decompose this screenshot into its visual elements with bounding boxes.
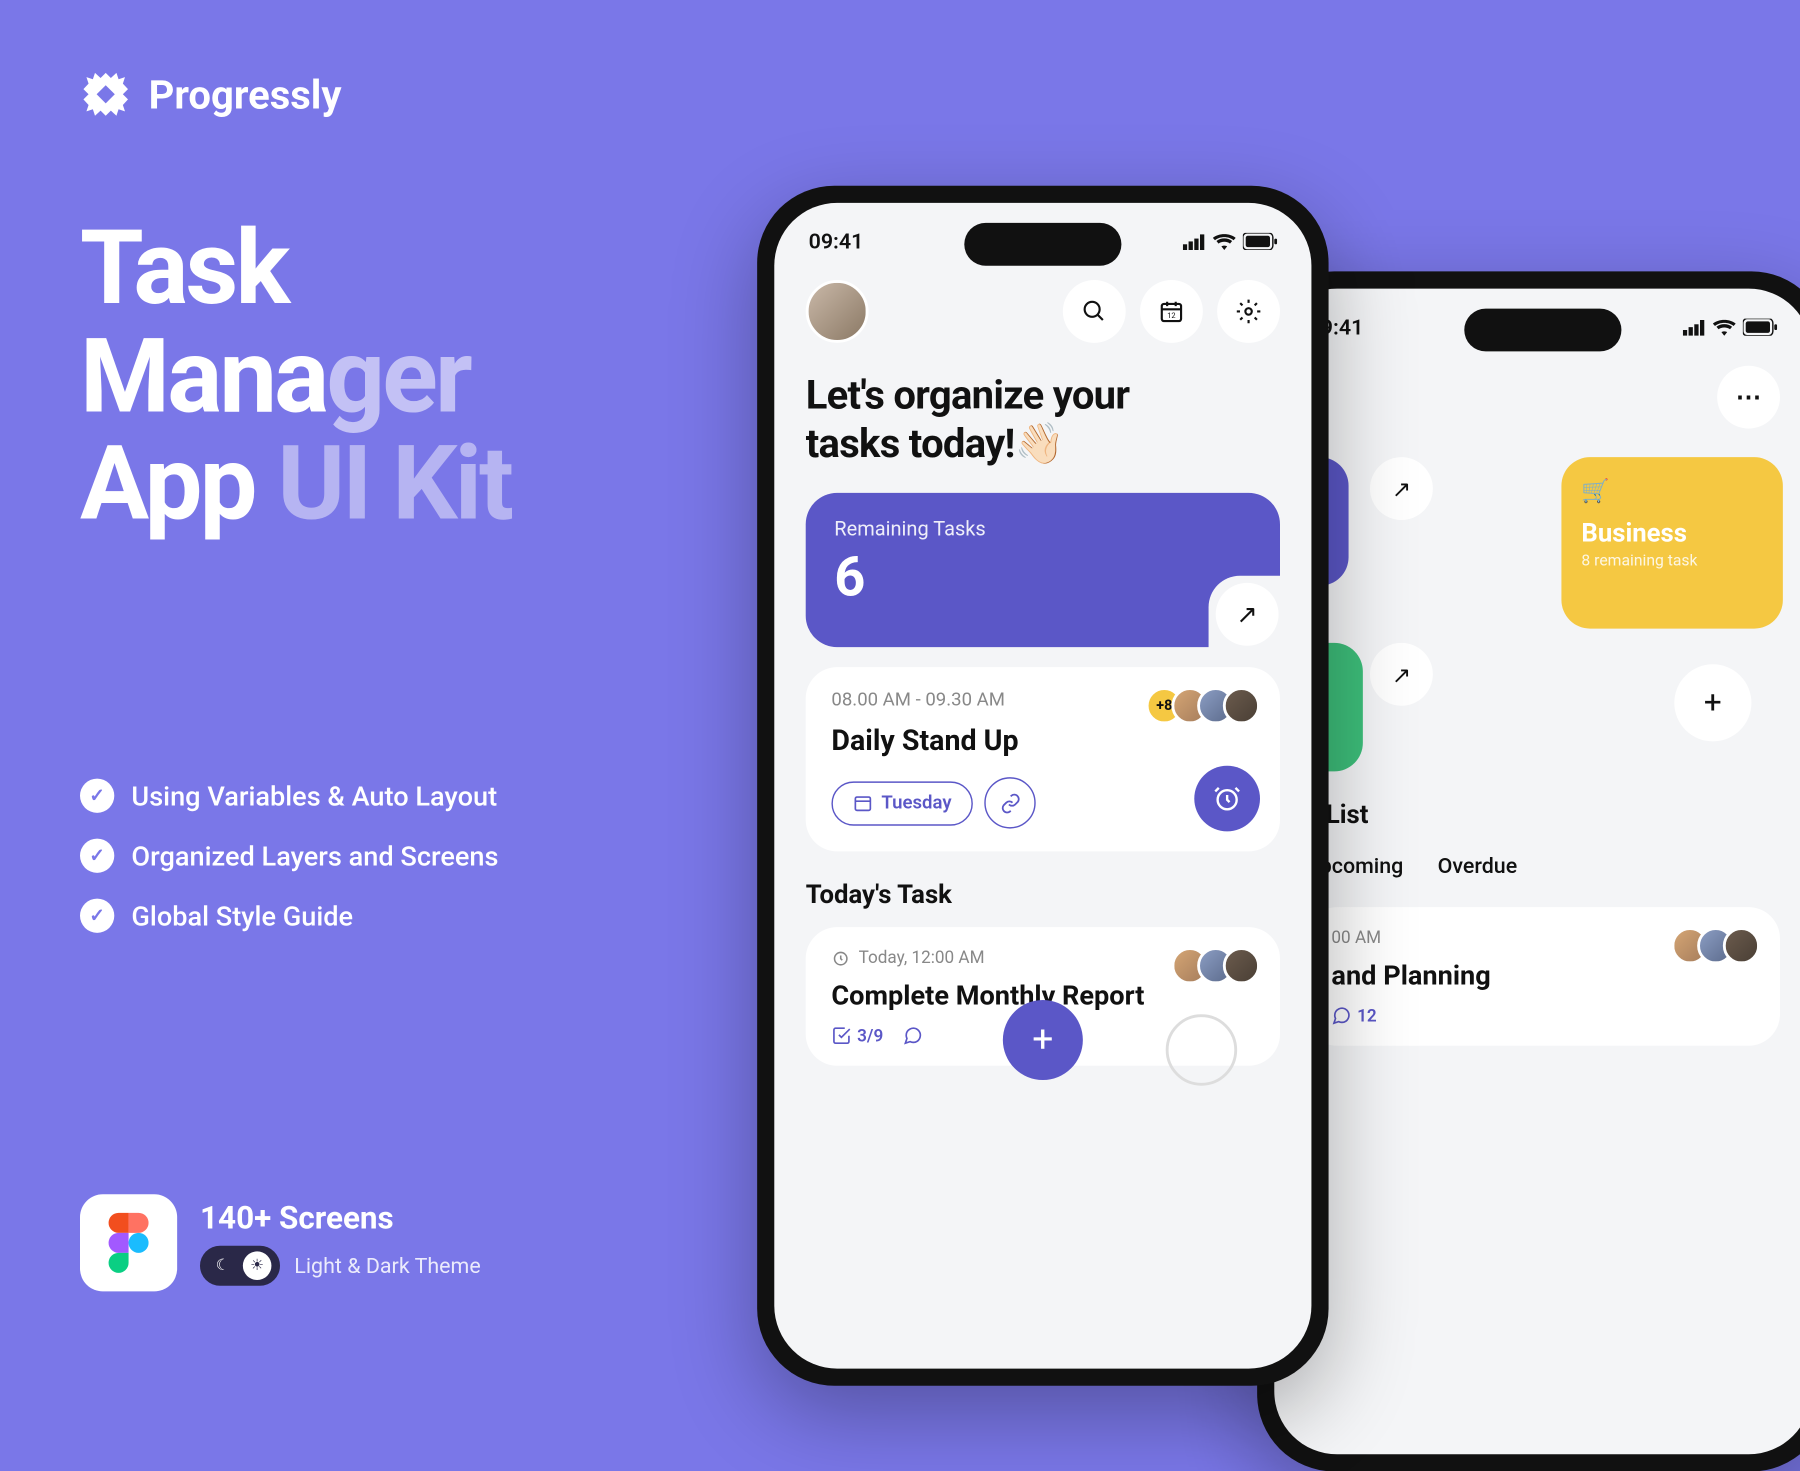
task-list-heading: k List xyxy=(1306,800,1780,830)
tab-overdue[interactable]: Overdue xyxy=(1438,853,1518,879)
category-grid: ↗ ↗ 🛒 Business 8 remaining task + xyxy=(1306,457,1780,786)
attendee-avatar xyxy=(1723,927,1760,964)
business-title: Business xyxy=(1581,519,1762,549)
settings-button[interactable] xyxy=(1217,280,1280,343)
signal-icon xyxy=(1183,234,1206,250)
todays-task-heading: Today's Task xyxy=(806,880,1280,910)
battery-icon xyxy=(1743,319,1777,336)
check-icon: ✓ xyxy=(80,899,114,933)
phone-mockup-1: 09:41 12 Let's organize you xyxy=(757,186,1328,1386)
feature-item: ✓Global Style Guide xyxy=(80,899,498,933)
svg-text:12: 12 xyxy=(1167,311,1175,320)
arrow-icon[interactable]: ↗ xyxy=(1370,457,1433,520)
theme-row: ☾ ☀ Light & Dark Theme xyxy=(200,1245,481,1285)
headline-line1: Task xyxy=(80,214,511,322)
subtask-progress: 3/9 xyxy=(831,1026,883,1046)
add-category-button[interactable]: + xyxy=(1674,664,1751,741)
sun-icon: ☀ xyxy=(243,1251,272,1280)
phone-mockup-2: 09:41 ⋯ ↗ ↗ 🛒 Busine xyxy=(1257,271,1800,1471)
notch xyxy=(964,223,1121,266)
cart-icon: 🛒 xyxy=(1581,477,1762,504)
feature-item: ✓Organized Layers and Screens xyxy=(80,839,498,873)
today-task-card[interactable]: Today, 12:00 AM Complete Monthly Report … xyxy=(806,927,1280,1066)
search-button[interactable] xyxy=(1063,280,1126,343)
headline-line3: App UI Kit xyxy=(80,430,511,538)
business-sub: 8 remaining task xyxy=(1581,551,1762,570)
footer-kit: 140+ Screens ☾ ☀ Light & Dark Theme xyxy=(80,1194,481,1291)
theme-toggle[interactable]: ☾ ☀ xyxy=(200,1245,280,1285)
feature-item: ✓Using Variables & Auto Layout xyxy=(80,779,498,813)
notch xyxy=(1464,309,1621,352)
user-avatar[interactable] xyxy=(806,280,869,343)
comments-icon xyxy=(903,1026,923,1046)
progress-ring xyxy=(1166,1015,1237,1086)
arrow-icon[interactable]: ↗ xyxy=(1216,583,1279,646)
standup-card[interactable]: 08.00 AM - 09.30 AM +8 Daily Stand Up Tu… xyxy=(806,667,1280,851)
link-chip[interactable] xyxy=(984,777,1035,828)
arrow-icon[interactable]: ↗ xyxy=(1370,643,1433,706)
signal-icon xyxy=(1683,319,1706,335)
headline-line2: Manager xyxy=(80,322,511,430)
add-fab[interactable]: + xyxy=(1003,1000,1083,1080)
theme-label: Light & Dark Theme xyxy=(294,1252,480,1278)
check-icon: ✓ xyxy=(80,839,114,873)
task-avatars xyxy=(1683,927,1760,964)
screens-info: 140+ Screens ☾ ☀ Light & Dark Theme xyxy=(200,1201,481,1285)
today-avatars xyxy=(1183,947,1260,984)
wifi-icon xyxy=(1213,233,1236,250)
battery-icon xyxy=(1243,233,1277,250)
screens-count: 140+ Screens xyxy=(200,1201,481,1237)
standup-title: Daily Stand Up xyxy=(831,723,1254,757)
remaining-label: Remaining Tasks xyxy=(834,519,1251,542)
feature-list: ✓Using Variables & Auto Layout ✓Organize… xyxy=(80,779,498,933)
clock-icon xyxy=(831,948,850,967)
task-card[interactable]: 00 AM and Planning 12 xyxy=(1306,907,1780,1046)
status-time: 09:41 xyxy=(809,229,864,255)
tabs: Upcoming Overdue xyxy=(1306,853,1780,879)
category-card-business[interactable]: 🛒 Business 8 remaining task xyxy=(1561,457,1782,628)
brand-row: Progressly xyxy=(80,69,342,120)
greeting: Let's organize your tasks today!👋🏻 xyxy=(806,371,1280,467)
wifi-icon xyxy=(1713,319,1736,336)
figma-tile xyxy=(80,1194,177,1291)
more-button[interactable]: ⋯ xyxy=(1717,366,1780,429)
headline: Task Manager App UI Kit xyxy=(80,214,511,538)
calendar-button[interactable]: 12 xyxy=(1140,280,1203,343)
day-chip[interactable]: Tuesday xyxy=(831,781,973,825)
alarm-button[interactable] xyxy=(1194,766,1260,832)
remaining-count: 6 xyxy=(834,547,1251,610)
comments-count: 12 xyxy=(1331,1006,1376,1026)
wave-emoji: 👋🏻 xyxy=(1015,419,1064,467)
remaining-arrow-notch: ↗ xyxy=(1209,576,1286,653)
brand-name: Progressly xyxy=(149,71,342,118)
figma-icon xyxy=(109,1213,149,1273)
attendee-avatar xyxy=(1223,687,1260,724)
remaining-tasks-card[interactable]: Remaining Tasks 6 ↗ xyxy=(806,493,1280,647)
check-icon: ✓ xyxy=(80,779,114,813)
moon-icon: ☾ xyxy=(209,1251,238,1280)
attendee-avatars: +8 xyxy=(1146,687,1260,724)
brand-logo-icon xyxy=(80,69,131,120)
attendee-avatar xyxy=(1223,947,1260,984)
